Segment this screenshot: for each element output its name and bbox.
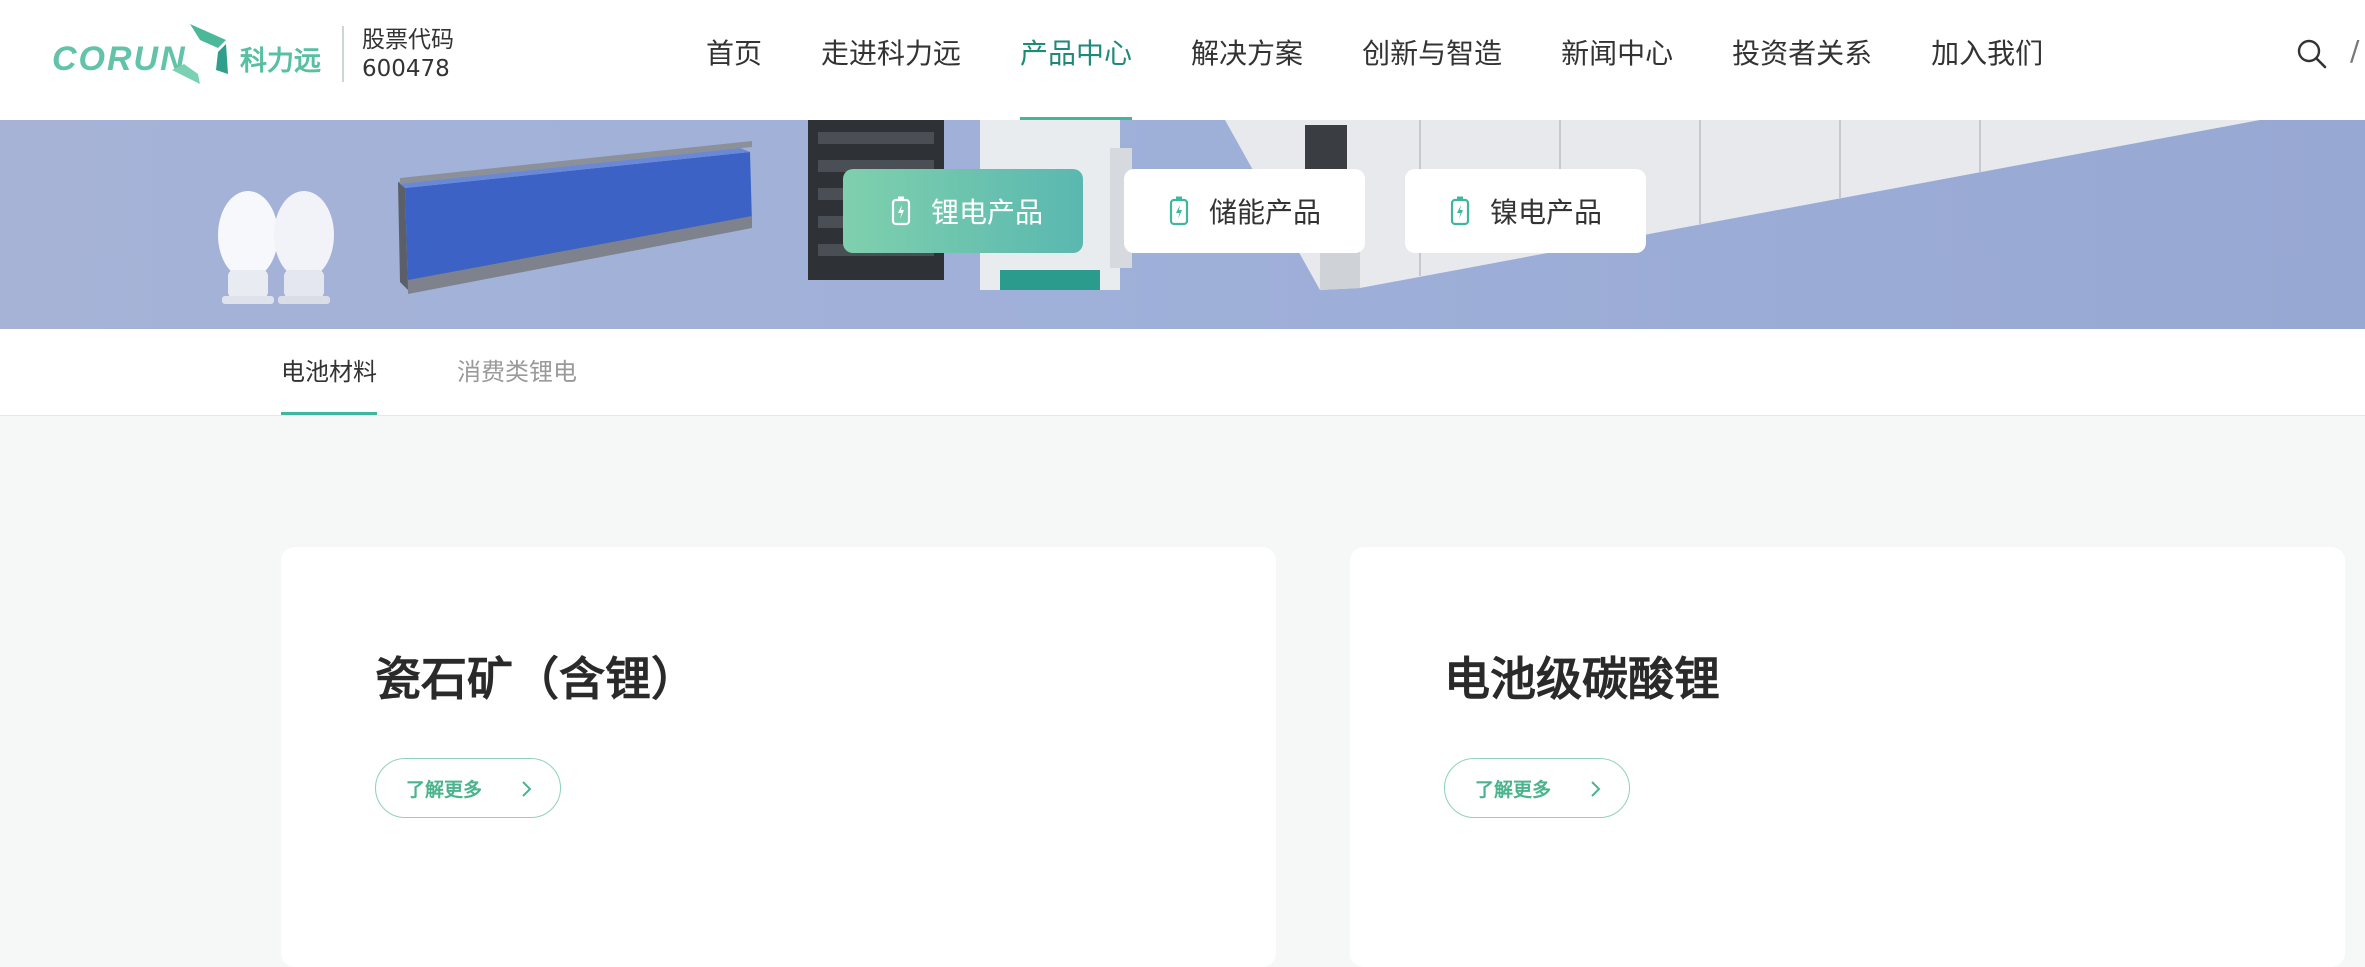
nav-about[interactable]: 走进科力远: [821, 0, 961, 120]
category-lithium-label: 锂电产品: [931, 196, 1044, 229]
nav-investors[interactable]: 投资者关系: [1732, 0, 1872, 120]
category-storage-label: 储能产品: [1209, 196, 1322, 229]
battery-icon: [1450, 196, 1470, 226]
logo-divider: [342, 26, 344, 82]
nav-solutions[interactable]: 解决方案: [1191, 0, 1303, 120]
language-switch[interactable]: /: [2350, 34, 2359, 67]
nav-products[interactable]: 产品中心: [1020, 0, 1133, 120]
chevron-right-icon: [522, 781, 532, 797]
nav-careers[interactable]: 加入我们: [1931, 0, 2043, 120]
product-card[interactable]: 电池级碳酸锂 了解更多: [1350, 547, 2345, 967]
category-storage[interactable]: 储能产品: [1124, 169, 1365, 253]
product-subtabs: 电池材料 消费类锂电: [0, 329, 2365, 416]
battery-module-image: [398, 140, 752, 294]
tab-consumer-lithium[interactable]: 消费类锂电: [457, 329, 577, 415]
battery-icon: [891, 196, 911, 226]
stock-info: 股票代码 600478: [362, 26, 454, 84]
main-nav: 首页 走进科力远 产品中心 解决方案 创新与智造 新闻中心 投资者关系 加入我们: [706, 0, 2102, 120]
stock-label: 股票代码: [362, 27, 454, 53]
svg-text:科力远: 科力远: [240, 46, 321, 77]
learn-more-button[interactable]: 了解更多: [375, 758, 561, 818]
chevron-right-icon: [1591, 781, 1601, 797]
nav-news[interactable]: 新闻中心: [1561, 0, 1673, 120]
nav-home[interactable]: 首页: [706, 0, 762, 120]
stock-code: 600478: [362, 56, 450, 82]
product-banner: 锂电产品 储能产品 镍电产品: [0, 120, 2365, 329]
category-nickel-label: 镍电产品: [1490, 196, 1603, 229]
category-nickel[interactable]: 镍电产品: [1405, 169, 1646, 253]
search-icon[interactable]: [2296, 38, 2328, 70]
learn-more-button[interactable]: 了解更多: [1444, 758, 1630, 818]
category-lithium[interactable]: 锂电产品: [843, 169, 1083, 253]
learn-more-label: 了解更多: [406, 778, 483, 801]
product-title: 瓷石矿（含锂）: [375, 652, 697, 706]
tab-battery-materials[interactable]: 电池材料: [281, 329, 377, 415]
powder-bottles-image: [218, 191, 334, 304]
svg-text:CORUN: CORUN: [52, 40, 187, 78]
container-image: [1225, 120, 2260, 290]
product-card[interactable]: 瓷石矿（含锂） 了解更多: [281, 547, 1276, 967]
corun-logo[interactable]: CORUN 科力远: [50, 18, 340, 92]
site-header: CORUN 科力远 股票代码 600478 首页 走进科力远 产品中心 解决方案…: [0, 0, 2365, 120]
nav-innovation[interactable]: 创新与智造: [1362, 0, 1502, 120]
product-title: 电池级碳酸锂: [1444, 652, 1720, 706]
battery-icon: [1169, 196, 1189, 226]
learn-more-label: 了解更多: [1475, 778, 1552, 801]
